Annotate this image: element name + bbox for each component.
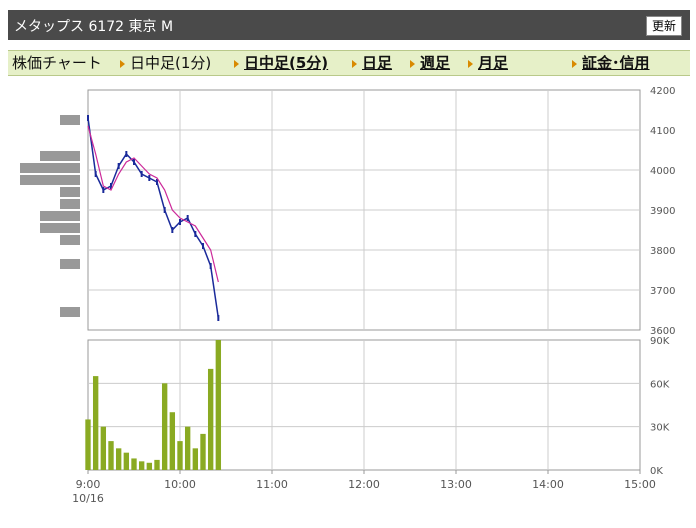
volume-tick-label: 30K	[650, 423, 670, 434]
x-tick-label: 12:00	[348, 478, 380, 491]
volume-bar	[184, 426, 191, 470]
price-point	[194, 231, 197, 237]
volume-bar	[108, 441, 114, 470]
y-tick-label: 4200	[650, 86, 675, 97]
volume-profile-bar	[60, 187, 80, 197]
volume-profile-bar	[40, 211, 80, 221]
price-point	[102, 187, 105, 193]
volume-profile-bar	[60, 199, 80, 209]
volume-bar	[123, 452, 130, 470]
volume-profile-bar	[20, 163, 80, 173]
volume-bar	[100, 426, 107, 470]
volume-bar	[207, 368, 214, 470]
price-point	[171, 227, 174, 233]
volume-bar	[177, 441, 183, 470]
y-tick-label: 4100	[650, 126, 675, 137]
price-point	[202, 243, 204, 249]
price-point	[140, 171, 143, 177]
volume-tick-label: 90K	[650, 336, 670, 347]
x-date-label: 10/16	[72, 492, 104, 505]
price-point	[148, 175, 151, 181]
volume-tick-label: 60K	[650, 379, 670, 390]
volume-bar	[161, 383, 168, 470]
price-point	[133, 159, 135, 165]
volume-bar	[85, 419, 91, 470]
price-point	[209, 263, 212, 269]
volume-bar	[154, 459, 160, 470]
stock-chart: 36003700380039004000410042000K30K60K90K9…	[20, 86, 675, 505]
y-tick-label: 3700	[650, 286, 675, 297]
volume-bar	[169, 412, 176, 470]
volume-bar	[115, 448, 122, 470]
volume-bar	[92, 376, 99, 470]
x-tick-label: 13:00	[440, 478, 472, 491]
volume-bar	[146, 462, 153, 470]
volume-bar	[131, 458, 137, 470]
volume-bar	[192, 448, 199, 470]
price-point	[217, 315, 220, 321]
price-point	[186, 215, 189, 221]
x-tick-label: 11:00	[256, 478, 288, 491]
volume-profile-bar	[60, 307, 80, 317]
volume-bar	[215, 340, 222, 470]
y-tick-label: 3800	[650, 246, 675, 257]
price-point	[179, 219, 181, 225]
volume-profile-bar	[60, 259, 80, 269]
y-tick-label: 3900	[650, 206, 675, 217]
x-tick-label: 15:00	[624, 478, 656, 491]
x-tick-label: 14:00	[532, 478, 564, 491]
price-point	[87, 115, 89, 121]
price-point	[94, 171, 97, 177]
volume-tick-label: 0K	[650, 466, 663, 477]
volume-profile-bar	[40, 151, 80, 161]
volume-bar	[200, 433, 206, 470]
price-point	[117, 163, 120, 169]
x-tick-label: 9:00	[76, 478, 101, 491]
volume-profile-bar	[20, 175, 80, 185]
volume-profile-bar	[60, 115, 80, 125]
volume-profile-bar	[40, 223, 80, 233]
price-point	[163, 207, 166, 213]
x-tick-label: 10:00	[164, 478, 196, 491]
price-point	[125, 151, 128, 157]
volume-profile-bar	[60, 235, 80, 245]
y-tick-label: 4000	[650, 166, 675, 177]
volume-bar	[138, 461, 145, 470]
